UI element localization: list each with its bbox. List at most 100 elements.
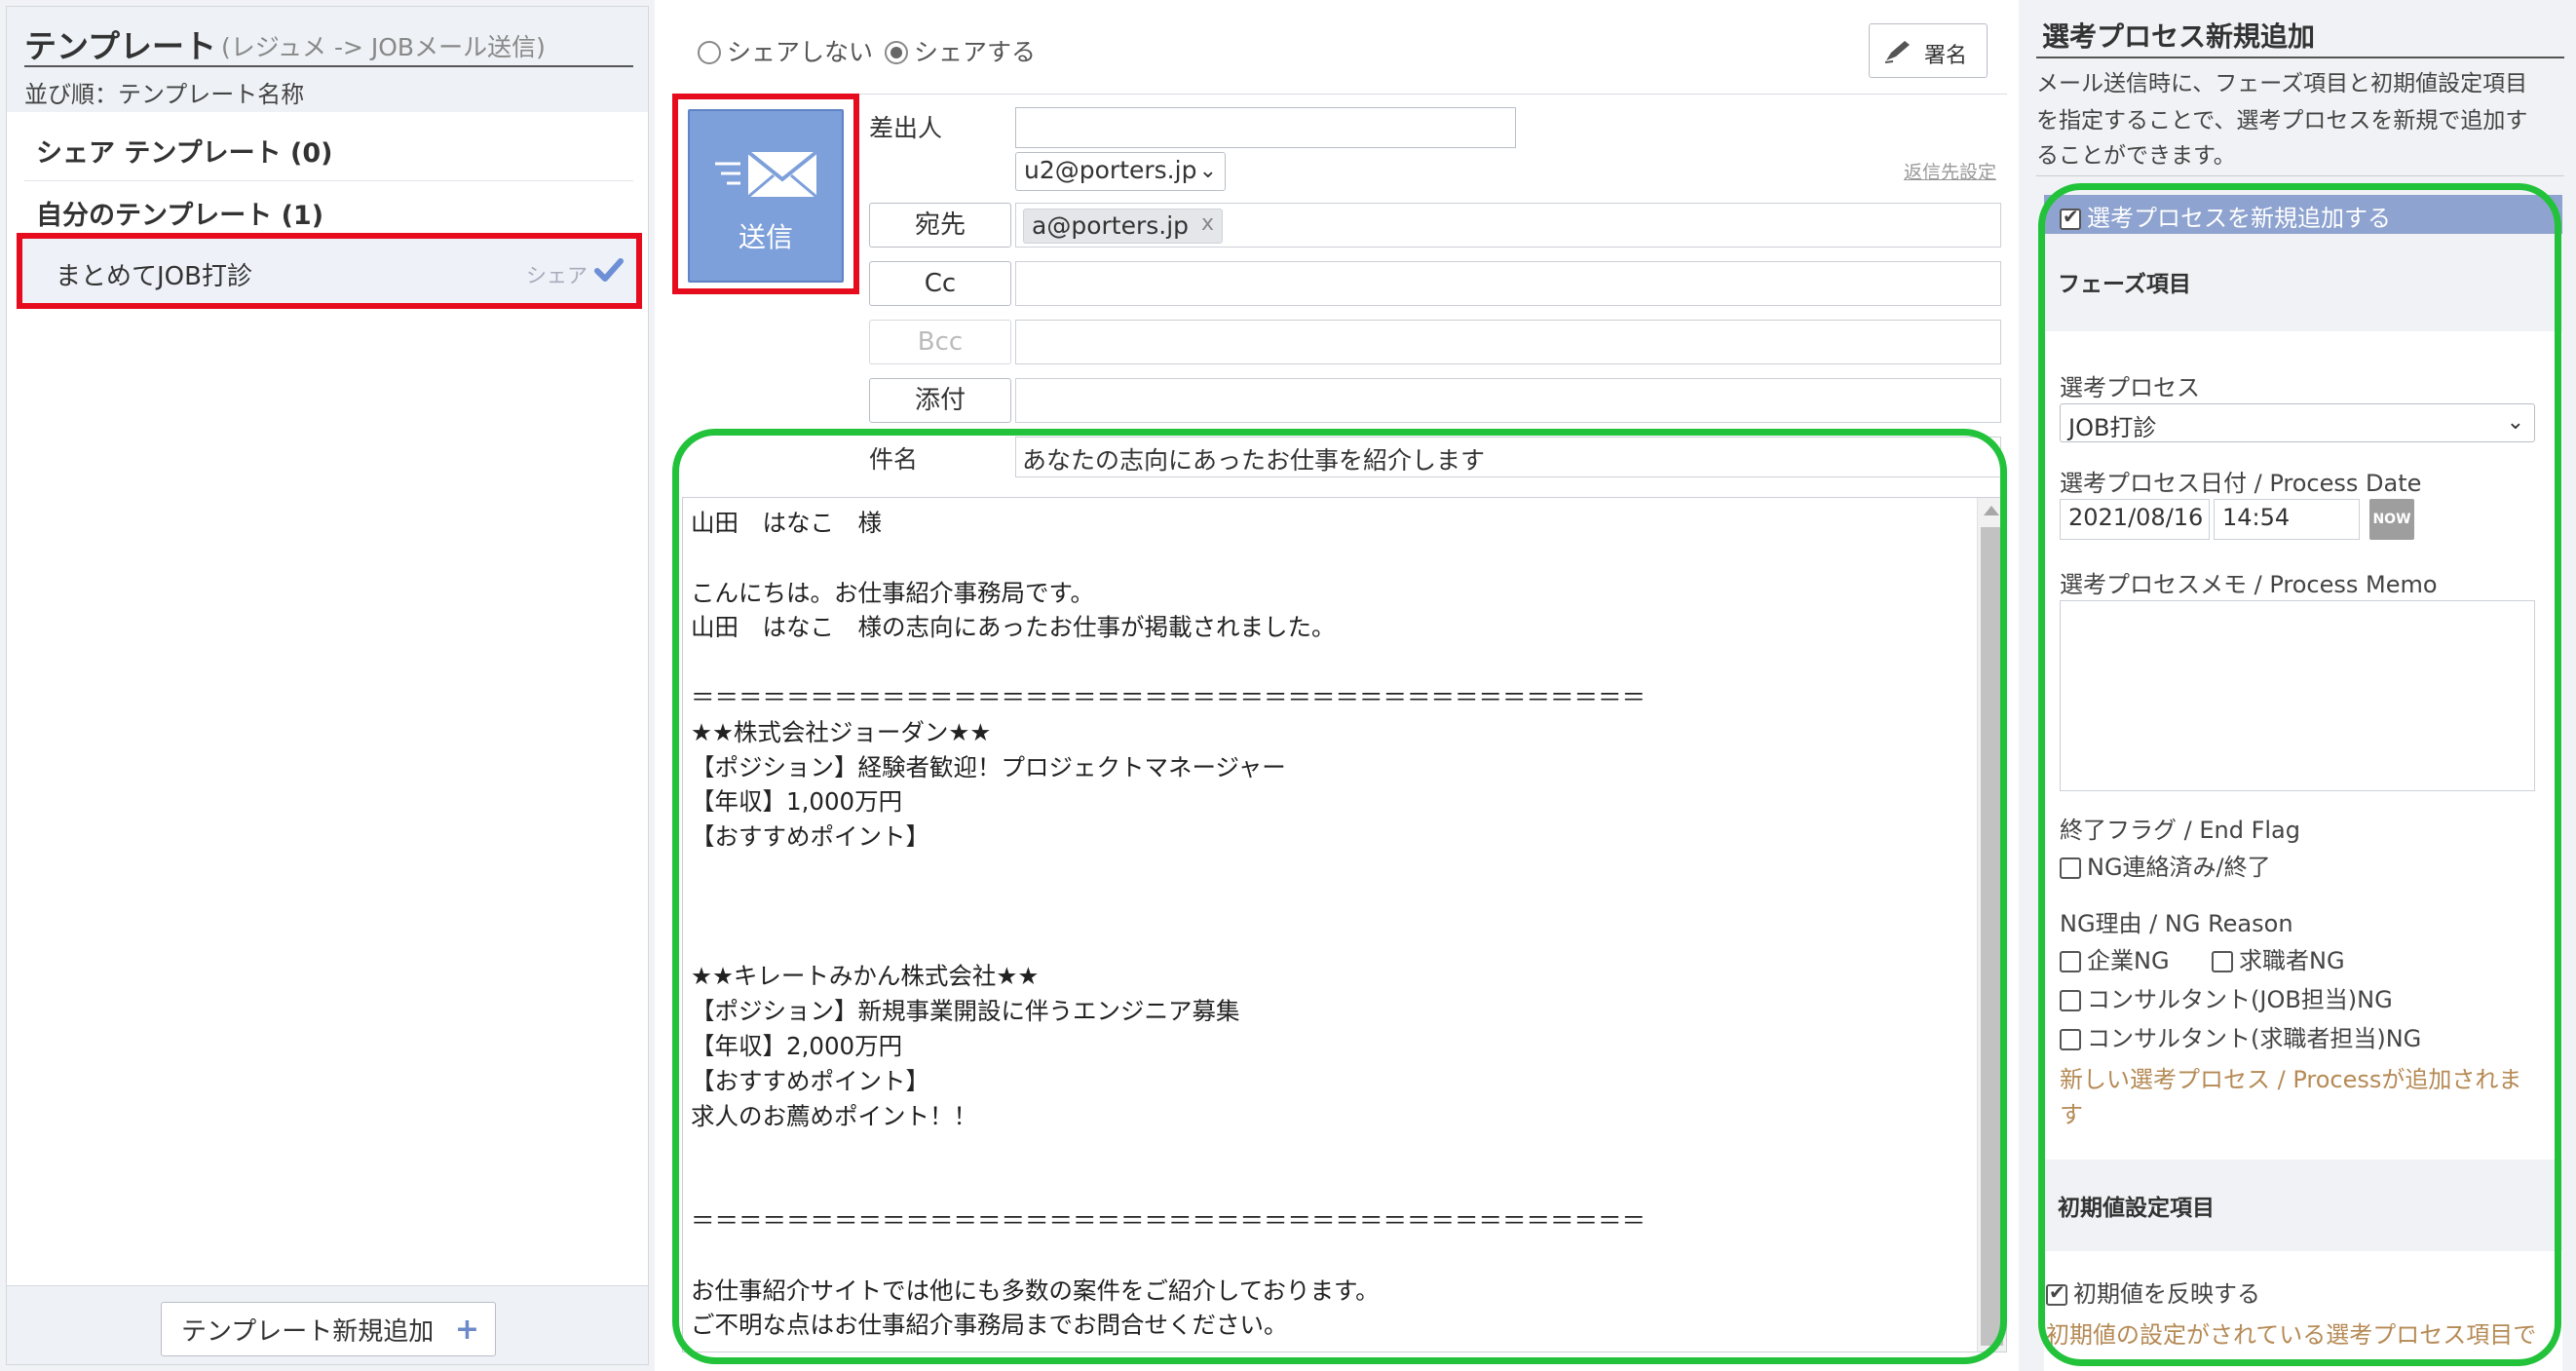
share-off-radio[interactable]: シェアしない xyxy=(698,33,873,68)
end-flag-checkbox[interactable]: NG連絡済み/終了 xyxy=(2060,848,2271,882)
bcc-button[interactable]: Bcc xyxy=(869,320,1011,364)
share-on-radio[interactable]: シェアする xyxy=(885,33,1036,68)
template-panel-subtitle: (レジュメ -> JOBメール送信) xyxy=(221,33,546,61)
ng-company-checkbox[interactable]: 企業NG xyxy=(2060,941,2170,975)
radio-selected-icon xyxy=(885,41,908,64)
from-address-value: u2@porters.jp xyxy=(1024,156,1197,184)
divider xyxy=(2036,175,2564,176)
checkbox-checked-icon xyxy=(2046,1280,2067,1306)
from-address-select[interactable]: u2@porters.jp ⌄ xyxy=(1015,152,1226,191)
ng-option-label: コンサルタント(JOB担当)NG xyxy=(2087,986,2393,1013)
template-item[interactable]: まとめてJOB打診 シェア xyxy=(17,233,642,309)
ng-consultant-candidate-checkbox[interactable]: コンサルタント(求職者担当)NG xyxy=(2060,1019,2421,1053)
template-panel-footer: テンプレート新規追加 + xyxy=(7,1285,648,1364)
template-item-name: まとめてJOB打診 xyxy=(56,262,252,291)
apply-initial-values-checkbox[interactable]: 初期値を反映する xyxy=(2046,1275,2260,1309)
ng-option-label: コンサルタント(求職者担当)NG xyxy=(2087,1025,2422,1052)
process-panel-title: 選考プロセス新規追加 xyxy=(2042,20,2316,53)
share-on-label: シェアする xyxy=(914,38,1037,66)
scroll-up-arrow-icon[interactable] xyxy=(1984,506,1999,515)
from-input[interactable] xyxy=(1015,107,1516,148)
template-panel: テンプレート (レジュメ -> JOBメール送信) 並び順：テンプレート名称 シ… xyxy=(6,6,649,1365)
signature-label: 署名 xyxy=(1924,44,1968,68)
process-label: 選考プロセス xyxy=(2060,374,2200,401)
mail-icon xyxy=(715,150,818,199)
cc-input[interactable] xyxy=(1015,261,2001,306)
cc-button[interactable]: Cc xyxy=(869,261,1011,306)
process-select-value: JOB打診 xyxy=(2068,414,2157,441)
chevron-down-icon: ⌄ xyxy=(2506,410,2524,435)
add-template-button[interactable]: テンプレート新規追加 + xyxy=(161,1302,496,1356)
initial-values-section-header: 初期値設定項目 xyxy=(2044,1160,2562,1251)
chevron-down-icon: ⌄ xyxy=(1198,159,1217,183)
initial-values-note: 初期値の設定がされている選考プロセス項目で xyxy=(2046,1321,2537,1349)
signature-button[interactable]: 署名 xyxy=(1869,23,1988,78)
remove-recipient-icon[interactable]: x xyxy=(1201,211,1214,236)
radio-icon xyxy=(698,41,721,64)
scrollbar[interactable] xyxy=(1977,498,2006,1352)
ng-consultant-job-checkbox[interactable]: コンサルタント(JOB担当)NG xyxy=(2060,980,2393,1014)
checkbox-icon xyxy=(2212,951,2233,972)
to-button[interactable]: 宛先 xyxy=(869,203,1011,248)
process-note-line: 新しい選考プロセス / Processが追加されま xyxy=(2060,1066,2522,1093)
subject-label: 件名 xyxy=(869,445,919,474)
pen-icon xyxy=(1884,41,1910,63)
divider xyxy=(24,180,633,181)
ng-option-label: 企業NG xyxy=(2087,947,2170,974)
template-panel-title: テンプレート xyxy=(24,27,217,65)
add-template-label: テンプレート新規追加 xyxy=(181,1316,435,1347)
checkbox-icon xyxy=(2060,951,2081,972)
attach-button[interactable]: 添付 xyxy=(869,378,1011,423)
attachment-field[interactable] xyxy=(1015,378,2001,423)
process-date-label: 選考プロセス日付 / Process Date xyxy=(2060,470,2422,497)
sort-order-label[interactable]: 並び順：テンプレート名称 xyxy=(24,75,304,109)
process-date-input[interactable]: 2021/08/16 xyxy=(2060,499,2210,540)
ng-reason-label: NG理由 / NG Reason xyxy=(2060,910,2293,937)
process-description-line: を指定することで、選考プロセスを新規で追加す xyxy=(2036,108,2528,133)
recipient-chip[interactable]: a@porters.jp x xyxy=(1023,209,1224,244)
share-off-label: シェアしない xyxy=(727,38,874,66)
recipient-address: a@porters.jp xyxy=(1032,211,1190,240)
phase-section-header: フェーズ項目 xyxy=(2044,236,2562,327)
my-templates-group[interactable]: 自分のテンプレート (1) xyxy=(36,194,323,232)
send-highlight: 送信 xyxy=(672,94,859,294)
send-button[interactable]: 送信 xyxy=(688,109,844,283)
bcc-input[interactable] xyxy=(1015,320,2001,364)
scrollbar-thumb[interactable] xyxy=(1981,527,2003,1346)
checkbox-icon xyxy=(2060,1029,2081,1050)
ng-candidate-checkbox[interactable]: 求職者NG xyxy=(2212,941,2345,975)
end-flag-option-label: NG連絡済み/終了 xyxy=(2087,854,2271,881)
add-process-label: 選考プロセスを新規追加する xyxy=(2087,205,2391,232)
send-label: 送信 xyxy=(738,221,793,253)
reply-to-settings-link[interactable]: 返信先設定 xyxy=(1904,158,1996,184)
subject-input[interactable]: あなたの志向にあったお仕事を紹介します xyxy=(1015,437,2001,477)
plus-icon: + xyxy=(454,1313,479,1347)
checkmark-icon xyxy=(594,258,624,282)
process-description-line: ることができます。 xyxy=(2036,143,2236,169)
phase-section-title: フェーズ項目 xyxy=(2058,272,2191,297)
checkbox-checked-icon xyxy=(2060,205,2081,230)
divider xyxy=(2036,57,2564,58)
initial-values-section-body xyxy=(2044,1251,2562,1371)
process-select[interactable]: JOB打診 ⌄ xyxy=(2060,403,2535,442)
initial-values-section-title: 初期値設定項目 xyxy=(2058,1196,2215,1221)
process-panel: 選考プロセス新規追加 メール送信時に、フェーズ項目と初期値設定項目 を指定するこ… xyxy=(2021,0,2576,1371)
shared-templates-group[interactable]: シェア テンプレート (0) xyxy=(36,132,332,170)
ng-option-label: 求職者NG xyxy=(2239,947,2345,974)
message-body-text[interactable]: 山田 はなこ 様 こんにちは。お仕事紹介事務局です。 山田 はなこ 様の志向にあ… xyxy=(691,506,1967,1344)
apply-initial-values-label: 初期値を反映する xyxy=(2073,1280,2260,1308)
message-body-editor[interactable]: 山田 はなこ 様 こんにちは。お仕事紹介事務局です。 山田 はなこ 様の志向にあ… xyxy=(682,497,2007,1352)
process-note-line: す xyxy=(2060,1101,2083,1128)
checkbox-icon xyxy=(2060,857,2081,879)
template-share-label: シェア xyxy=(526,264,587,287)
process-memo-textarea[interactable] xyxy=(2060,600,2535,791)
add-process-checkbox[interactable]: 選考プロセスを新規追加する xyxy=(2044,195,2562,234)
divider xyxy=(24,65,633,67)
checkbox-icon xyxy=(2060,990,2081,1011)
process-time-input[interactable]: 14:54 xyxy=(2214,499,2360,540)
template-panel-header: テンプレート (レジュメ -> JOBメール送信) 並び順：テンプレート名称 xyxy=(7,7,648,112)
process-memo-label: 選考プロセスメモ / Process Memo xyxy=(2060,571,2438,598)
from-label: 差出人 xyxy=(869,114,943,142)
end-flag-label: 終了フラグ / End Flag xyxy=(2060,817,2300,844)
now-button[interactable]: NOW xyxy=(2369,499,2414,540)
